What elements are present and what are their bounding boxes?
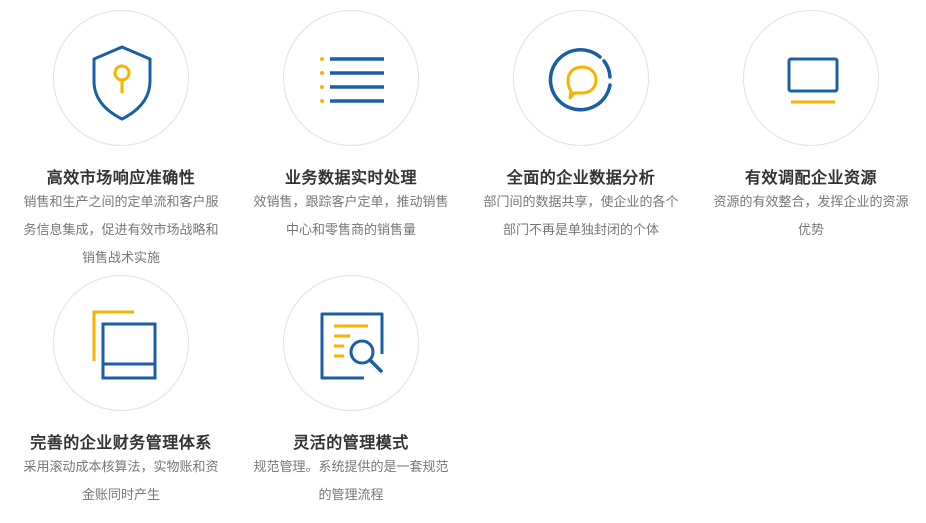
feature-desc: 采用滚动成本核算法，实物账和资 金账同时产生 xyxy=(6,454,236,510)
icon-circle xyxy=(513,10,649,146)
desc-line: 规范管理。系统提供的是一套规范 xyxy=(253,460,449,475)
icon-circle xyxy=(53,10,189,146)
desc-line: 资源的有效整合，发挥企业的资源 xyxy=(713,195,909,210)
icon-circle xyxy=(53,275,189,411)
monitor-icon xyxy=(787,57,839,104)
feature-desc: 销售和生产之间的定单流和客户服 务信息集成，促进有效市场战略和 销售战术实施 xyxy=(6,189,236,273)
feature-desc: 资源的有效整合，发挥企业的资源 优势 xyxy=(696,189,926,245)
desc-line: 的管理流程 xyxy=(318,488,384,503)
desc-line: 采用滚动成本核算法，实物账和资 xyxy=(23,460,219,475)
icon-circle xyxy=(283,10,419,146)
desc-line: 销售战术实施 xyxy=(81,251,160,266)
feature-desc: 效销售，跟踪客户定单，推动销售 中心和零售商的销售量 xyxy=(236,189,466,245)
document-search-icon xyxy=(320,312,384,380)
feature-title: 完善的企业财务管理体系 xyxy=(30,433,212,452)
desc-line: 金账同时产生 xyxy=(81,488,160,503)
desc-line: 部门间的数据共享，使企业的各个 xyxy=(483,195,679,210)
feature-title: 有效调配企业资源 xyxy=(744,168,877,187)
feature-desc: 规范管理。系统提供的是一套规范 的管理流程 xyxy=(236,454,466,510)
desc-line: 部门不再是单独封闭的个体 xyxy=(502,223,659,238)
shield-key-icon xyxy=(92,45,152,121)
stacked-windows-icon xyxy=(92,310,157,380)
feature-title: 全面的企业数据分析 xyxy=(506,168,656,187)
icon-circle xyxy=(283,275,419,411)
icon-circle xyxy=(743,10,879,146)
desc-line: 销售和生产之间的定单流和客户服 xyxy=(23,195,219,210)
desc-line: 效销售，跟踪客户定单，推动销售 xyxy=(253,195,449,210)
desc-line: 务信息集成，促进有效市场战略和 xyxy=(23,223,219,238)
feature-title: 灵活的管理模式 xyxy=(293,433,409,452)
feature-title: 高效市场响应准确性 xyxy=(46,168,196,187)
list-icon xyxy=(320,57,384,103)
feature-title: 业务数据实时处理 xyxy=(284,168,417,187)
desc-line: 优势 xyxy=(797,223,824,238)
desc-line: 中心和零售商的销售量 xyxy=(285,223,416,238)
chat-bubble-icon xyxy=(548,48,612,112)
feature-desc: 部门间的数据共享，使企业的各个 部门不再是单独封闭的个体 xyxy=(466,189,696,245)
